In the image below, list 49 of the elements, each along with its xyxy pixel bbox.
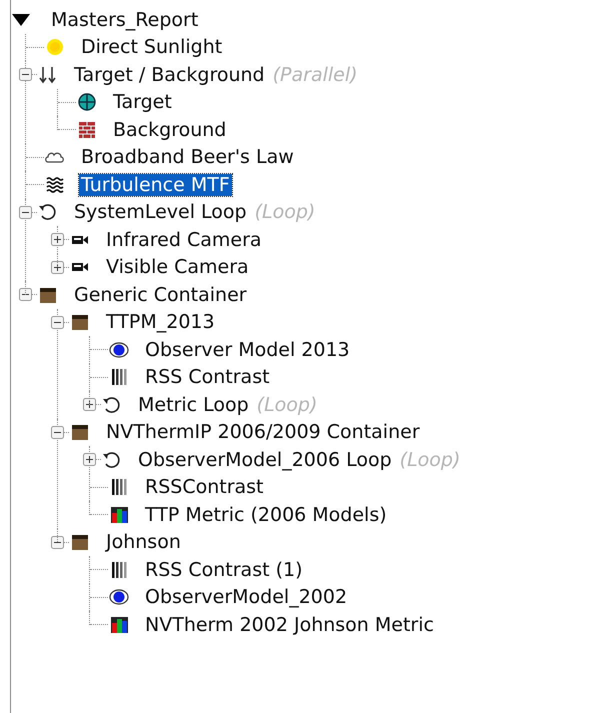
tree-toggle[interactable]	[83, 398, 96, 412]
tree-item[interactable]: Broadband Beer's Law	[79, 146, 296, 168]
tree-toggle[interactable]	[19, 288, 32, 302]
tree-toggle[interactable]	[51, 260, 64, 274]
bar-chart-icon	[108, 504, 130, 525]
item-type-note: (Loop)	[400, 448, 460, 471]
tree-toggle[interactable]	[83, 453, 96, 466]
waves-icon	[44, 174, 66, 195]
eye-icon	[108, 587, 130, 608]
tree-item[interactable]: Direct Sunlight	[79, 36, 224, 58]
tree-toggle[interactable]	[51, 536, 64, 549]
tree-item[interactable]: Infrared Camera	[104, 228, 264, 251]
tree-toggle[interactable]	[51, 233, 64, 246]
tree-toggle[interactable]	[19, 206, 32, 219]
item-type-note: (Loop)	[256, 394, 318, 416]
tree-item[interactable]: Metric Loop	[136, 394, 251, 416]
eye-icon	[108, 340, 130, 360]
tree-toggle[interactable]	[19, 68, 32, 82]
sun-icon	[44, 37, 66, 58]
box-icon	[69, 312, 91, 332]
tree-item[interactable]: Johnson	[104, 531, 183, 554]
tree-item[interactable]: RSS Contrast	[143, 366, 272, 388]
tree-item[interactable]: RSSContrast	[143, 476, 266, 498]
box-icon	[69, 422, 91, 442]
expand-triangle-icon[interactable]	[11, 12, 31, 27]
tree-item[interactable]: Target	[111, 91, 174, 114]
tree-item[interactable]: SystemLevel Loop	[72, 201, 249, 224]
tree-item[interactable]: Masters_Report	[49, 8, 200, 31]
tree-item[interactable]: Background	[111, 118, 228, 141]
tree-item[interactable]: Observer Model 2013	[143, 338, 352, 361]
tree-item[interactable]: Generic Container	[72, 284, 249, 306]
tree-item[interactable]: NVTherm 2002 Johnson Metric	[143, 614, 436, 636]
item-type-note: (Parallel)	[272, 64, 358, 86]
box-icon	[69, 532, 91, 552]
crosshair-icon	[76, 92, 98, 112]
brick-wall-icon	[76, 120, 98, 140]
tree-item[interactable]: ObserverModel_2006 Loop	[136, 448, 394, 471]
tree-item[interactable]: ObserverModel_2002	[143, 586, 350, 608]
tree-item[interactable]: TTP Metric (2006 Models)	[143, 504, 389, 526]
item-type-note: (Loop)	[254, 201, 316, 224]
tree-item[interactable]: RSS Contrast (1)	[143, 558, 305, 581]
tree-toggle[interactable]	[51, 426, 64, 439]
tree-item[interactable]: TTPM_2013	[104, 311, 217, 334]
bar-chart-icon	[108, 614, 130, 635]
tree-item[interactable]: NVThermIP 2006/2009 Container	[104, 421, 422, 444]
tree-item[interactable]: Visible Camera	[104, 256, 251, 278]
tree-item[interactable]: Turbulence MTF	[79, 174, 232, 196]
tree-toggle[interactable]	[51, 316, 64, 329]
tree-item[interactable]: Target / Background	[72, 64, 267, 86]
